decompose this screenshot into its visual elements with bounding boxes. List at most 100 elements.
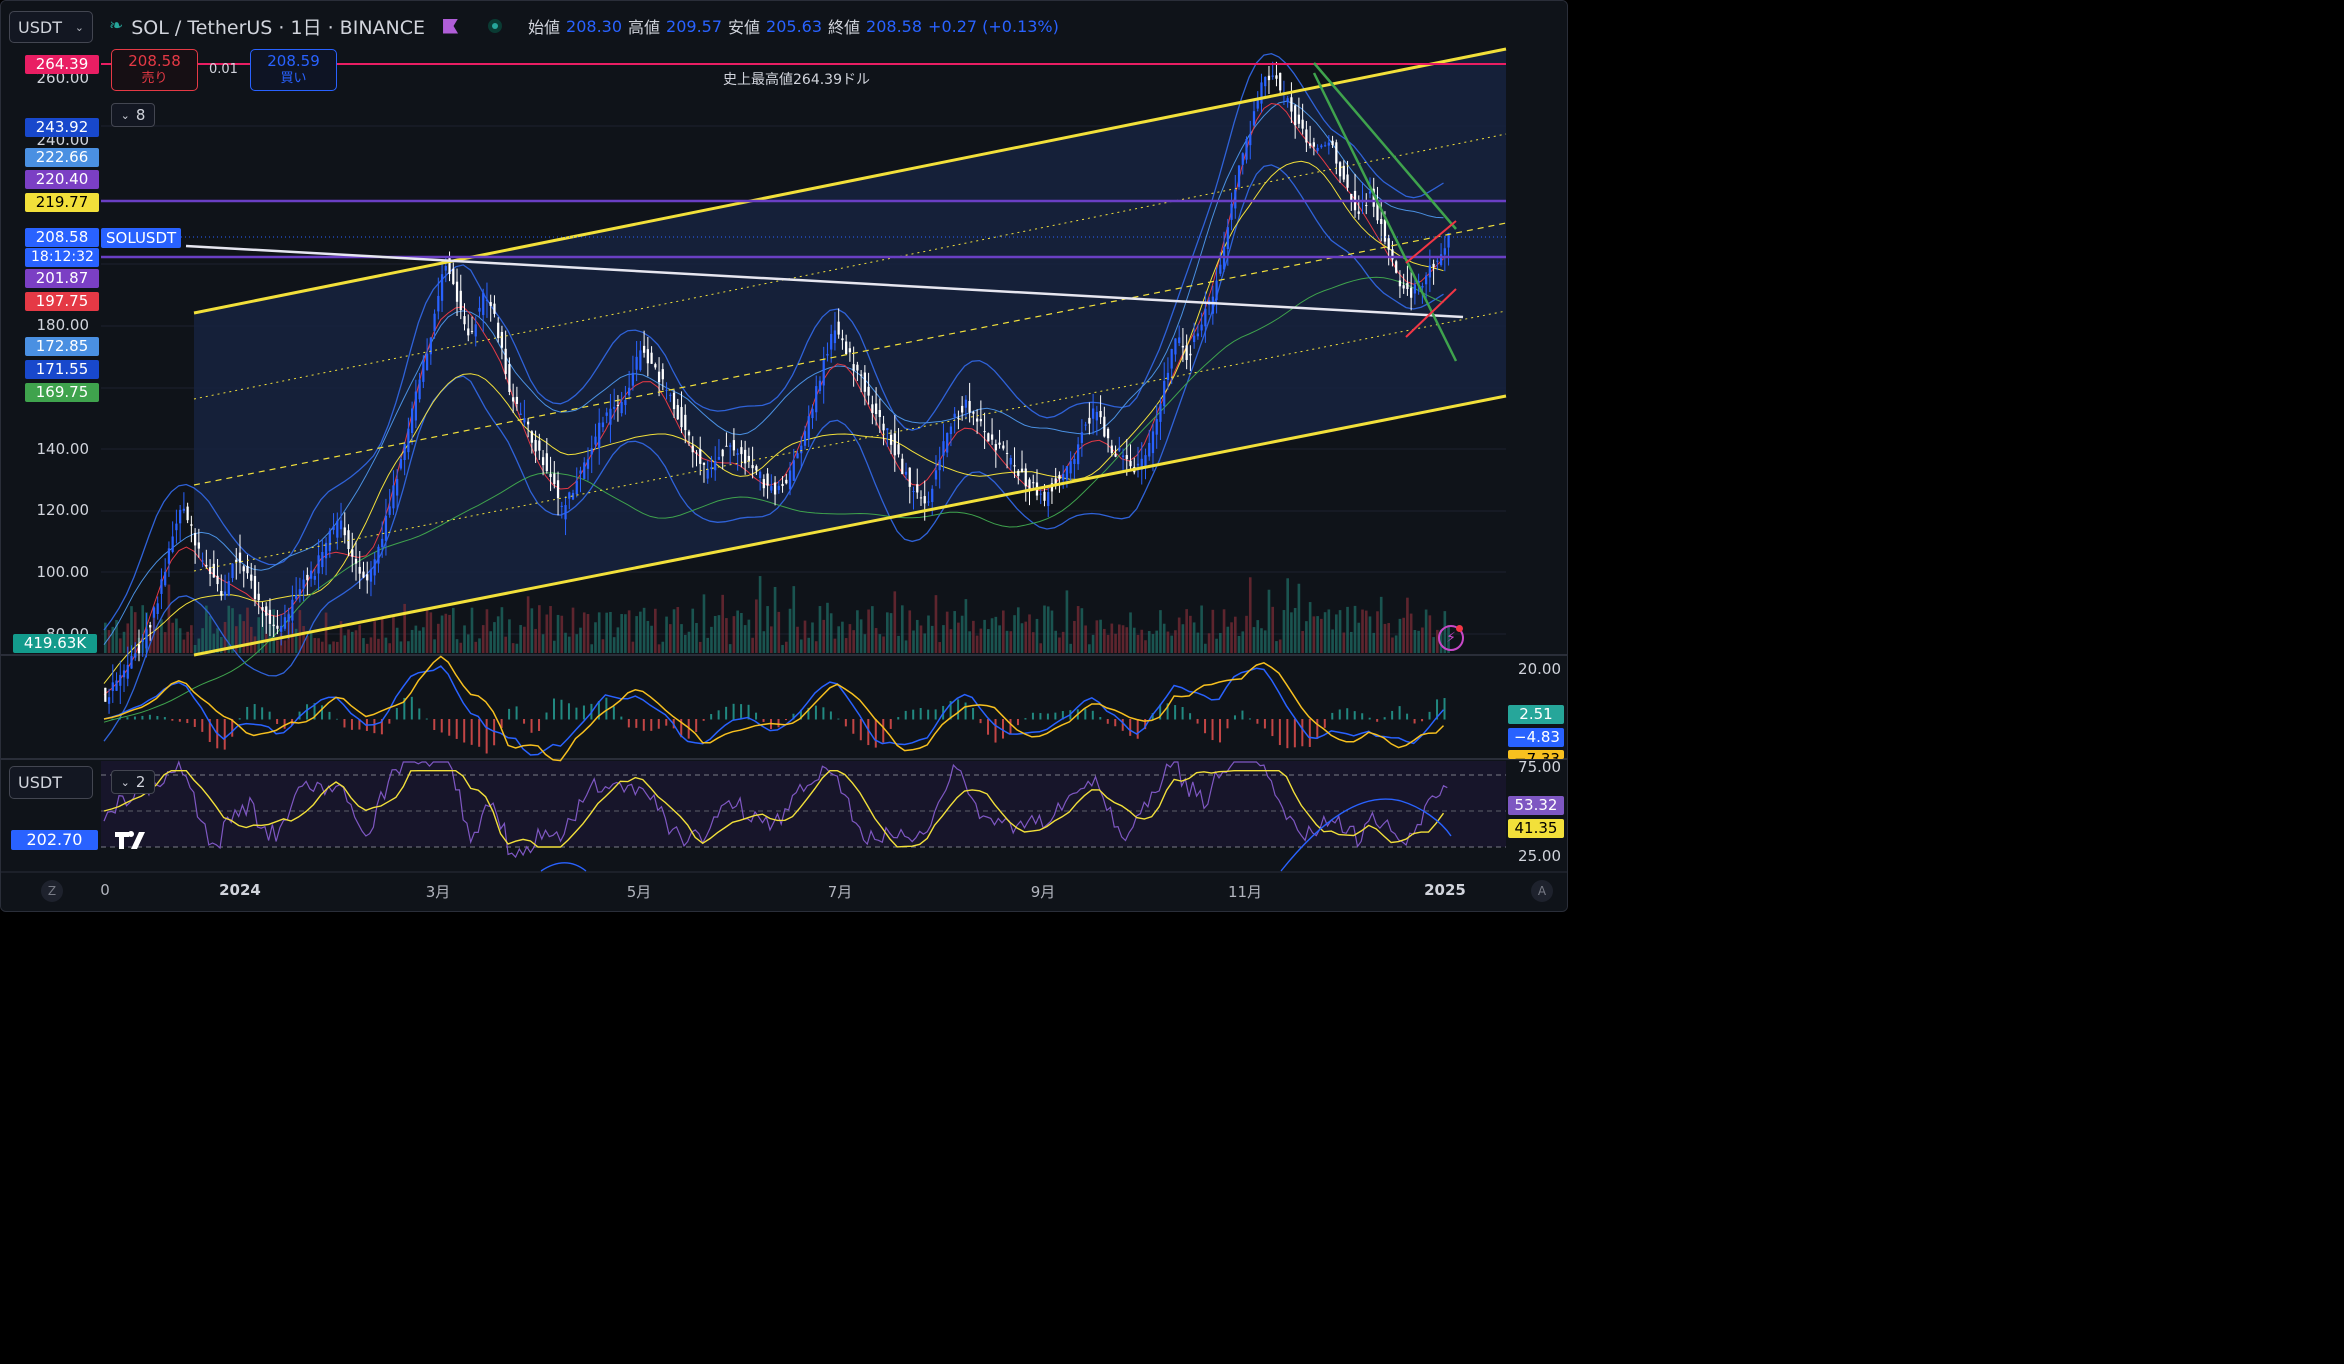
- chart-canvas[interactable]: [1, 1, 1568, 912]
- candle-body: [1043, 491, 1046, 501]
- candle-body: [1436, 260, 1439, 262]
- candle-body: [1241, 153, 1244, 165]
- volume-bar: [979, 628, 983, 653]
- candle-body: [411, 408, 414, 434]
- volume-bar: [1391, 637, 1394, 653]
- volume-bar: [186, 631, 189, 653]
- macd-histogram-bar: [1002, 719, 1004, 739]
- quote-currency-select[interactable]: USDT ⌄: [9, 11, 93, 43]
- candle-body: [1024, 468, 1027, 487]
- candle-body: [927, 501, 930, 503]
- volume-bar: [919, 625, 923, 653]
- candle-body: [1065, 466, 1069, 480]
- volume-bar: [1252, 627, 1256, 653]
- candle-body: [437, 295, 440, 312]
- volume-bar: [833, 638, 837, 653]
- candle-body: [130, 655, 133, 669]
- time-axis-label: 11月: [1227, 883, 1263, 901]
- rsi-indicators-toggle[interactable]: ⌄ 2: [111, 770, 155, 794]
- macd-histogram-bar: [1383, 717, 1386, 720]
- macd-histogram-bar: [276, 719, 279, 724]
- candle-body: [515, 396, 519, 404]
- candle-body: [1155, 419, 1158, 435]
- candle-body: [717, 456, 721, 460]
- candle-body: [231, 563, 234, 578]
- volume-bar: [493, 622, 496, 653]
- macd-histogram-bar: [425, 718, 428, 720]
- candle-body: [197, 542, 200, 549]
- candle-body: [175, 523, 178, 531]
- auto-scale-button[interactable]: A: [1531, 880, 1553, 902]
- candle-body: [137, 644, 141, 654]
- symbol-title[interactable]: SOL / TetherUS · 1日 · BINANCE: [131, 13, 425, 40]
- buy-button[interactable]: 208.59 買い: [250, 49, 337, 91]
- volume-bar: [1207, 633, 1211, 653]
- zoom-reset-button[interactable]: Z: [41, 880, 63, 902]
- volume-bar: [1323, 612, 1327, 653]
- sell-button[interactable]: 208.58 売り: [111, 49, 198, 91]
- symbol-line-label[interactable]: SOLUSDT: [101, 228, 182, 248]
- macd-histogram-bar: [1189, 713, 1192, 720]
- candle-body: [156, 603, 159, 615]
- candle-body: [1219, 264, 1222, 274]
- macd-histogram-bar: [253, 704, 256, 720]
- volume-bar: [182, 639, 186, 653]
- candle-body: [646, 349, 649, 364]
- macd-histogram-bar: [964, 702, 967, 720]
- candle-body: [1432, 263, 1435, 267]
- volume-bar: [1181, 624, 1185, 653]
- candle-body: [676, 405, 679, 420]
- price-tick-label: 180.00: [36, 316, 90, 334]
- volume-bar: [814, 641, 818, 653]
- candle-body: [444, 265, 447, 271]
- macd-histogram-bar: [874, 719, 877, 748]
- volume-bar: [844, 638, 848, 653]
- chevron-down-icon: ⌄: [74, 20, 84, 34]
- volume-bar: [594, 622, 597, 653]
- indicators-toggle[interactable]: ⌄ 8: [111, 103, 155, 127]
- candle-body: [642, 345, 646, 353]
- candle-body: [302, 579, 305, 589]
- rsi-pane-select[interactable]: USDT: [9, 766, 93, 799]
- macd-histogram-bar: [1286, 719, 1289, 749]
- candle-body: [238, 552, 242, 563]
- candle-body: [422, 361, 425, 382]
- candle-body: [882, 423, 885, 431]
- volume-bar: [1338, 610, 1342, 653]
- flag-icon[interactable]: [443, 18, 459, 34]
- macd-histogram-bar: [605, 697, 608, 720]
- market-status-icon[interactable]: [488, 19, 503, 33]
- ath-annotation[interactable]: 史上最高値264.39ドル: [723, 69, 870, 89]
- candle-body: [1129, 460, 1132, 467]
- volume-bar: [665, 616, 668, 653]
- high-label: 高値: [628, 18, 661, 37]
- volume-bar: [1256, 620, 1260, 653]
- candle-body: [994, 444, 997, 451]
- volume-bar: [1312, 616, 1316, 653]
- volume-bar: [762, 631, 766, 653]
- candle-body: [1058, 474, 1061, 479]
- volume-bar: [1241, 631, 1245, 653]
- candle-body: [482, 292, 485, 316]
- macd-histogram-bar: [1361, 713, 1364, 720]
- candle-body: [1413, 284, 1417, 294]
- volume-bar: [968, 631, 971, 653]
- candle-body: [919, 497, 923, 499]
- candle-body: [1084, 424, 1087, 426]
- candle-body: [1316, 147, 1319, 151]
- macd-histogram-bar: [650, 719, 653, 731]
- macd-histogram-bar: [919, 708, 922, 720]
- volume-bar: [485, 609, 489, 653]
- candle-body: [474, 324, 477, 337]
- candle-body: [1088, 417, 1091, 424]
- open-label: 始値: [528, 18, 561, 37]
- macd-histogram-bar: [1039, 713, 1042, 720]
- volume-bar: [496, 616, 500, 653]
- volume-bar: [755, 599, 758, 653]
- volume-bar: [930, 625, 934, 653]
- candle-body: [904, 471, 908, 475]
- candle-body: [1028, 479, 1031, 490]
- volume-bar: [792, 586, 796, 653]
- volume-bar: [852, 630, 855, 653]
- candle-body: [1428, 265, 1431, 278]
